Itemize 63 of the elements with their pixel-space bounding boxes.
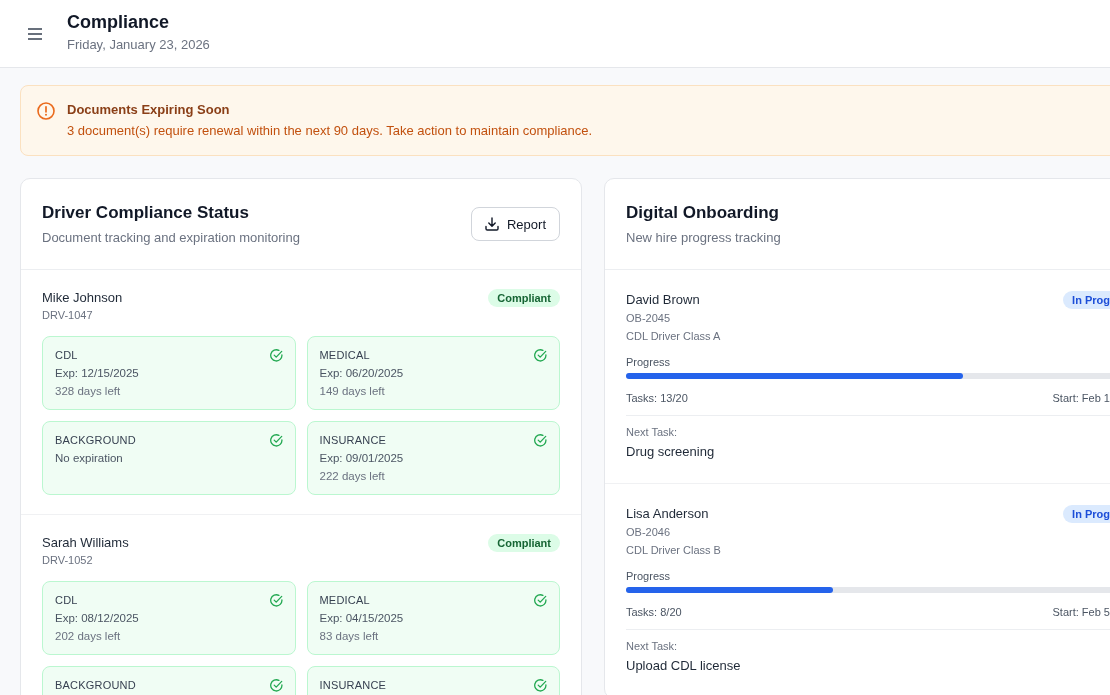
- next-task: Drug screening: [626, 443, 716, 461]
- hire-name: Lisa Anderson: [626, 505, 710, 523]
- document-expiry: Exp: 09/01/2025: [319, 451, 404, 466]
- start-date: Start: Feb 5: [1052, 605, 1110, 620]
- days-left: 202 days left: [55, 629, 121, 644]
- task-count: Tasks: 13/20: [626, 391, 688, 406]
- menu-icon[interactable]: [28, 27, 42, 40]
- driver-id: DRV-1052: [42, 553, 94, 568]
- check-circle-icon: [534, 679, 547, 692]
- alert-circle-icon: [37, 102, 55, 120]
- check-circle-icon: [534, 594, 547, 607]
- task-count: Tasks: 8/20: [626, 605, 682, 620]
- document-type: INSURANCE: [319, 433, 387, 447]
- days-left: 328 days left: [55, 384, 121, 399]
- document-type: MEDICAL: [319, 593, 370, 607]
- check-circle-icon: [534, 434, 547, 447]
- check-circle-icon: [269, 594, 283, 607]
- hire-id: OB-2045: [626, 311, 672, 326]
- check-circle-icon: [269, 434, 283, 447]
- check-circle-icon: [269, 349, 283, 362]
- document-type: CDL: [55, 593, 78, 607]
- document-type: BACKGROUND: [55, 678, 136, 692]
- driver-name: Mike Johnson: [42, 289, 123, 307]
- days-left: 83 days left: [319, 629, 379, 644]
- hire-role: CDL Driver Class B: [626, 543, 721, 558]
- next-task-label: Next Task:: [626, 639, 679, 654]
- card-title: Digital Onboarding: [626, 202, 780, 224]
- driver-id: DRV-1047: [42, 308, 94, 323]
- days-left: 149 days left: [319, 384, 385, 399]
- document-type: BACKGROUND: [55, 433, 136, 447]
- days-left: 222 days left: [319, 469, 385, 484]
- card-subtitle: Document tracking and expiration monitoring: [42, 229, 300, 247]
- status-badge: Compliant: [488, 534, 560, 552]
- check-circle-icon: [534, 349, 547, 362]
- start-date: Start: Feb 1: [1052, 391, 1110, 406]
- card-subtitle: New hire progress tracking: [626, 229, 781, 247]
- hire-id: OB-2046: [626, 525, 672, 540]
- document-type: MEDICAL: [319, 348, 370, 362]
- check-circle-icon: [269, 679, 283, 692]
- next-task: Upload CDL license: [626, 657, 742, 675]
- status-badge: In Prog: [1063, 291, 1110, 309]
- report-button[interactable]: Report: [470, 207, 560, 241]
- download-icon: [484, 217, 499, 231]
- status-badge: In Prog: [1063, 505, 1110, 523]
- next-task-label: Next Task:: [626, 425, 679, 440]
- document-expiry: Exp: 12/15/2025: [55, 366, 139, 381]
- hire-role: CDL Driver Class A: [626, 329, 721, 344]
- page-title: Compliance: [67, 11, 171, 34]
- hire-name: David Brown: [626, 291, 701, 309]
- progress-label: Progress: [626, 355, 672, 370]
- document-type: INSURANCE: [319, 678, 387, 692]
- document-expiry: Exp: 06/20/2025: [319, 366, 404, 381]
- progress-label: Progress: [626, 569, 672, 584]
- document-expiry: No expiration: [55, 451, 123, 466]
- alert-message: 3 document(s) require renewal within the next 90 days. Take action to maintain compliance.: [67, 122, 593, 140]
- card-title: Driver Compliance Status: [42, 202, 250, 224]
- driver-name: Sarah Williams: [42, 534, 129, 552]
- document-expiry: Exp: 08/12/2025: [55, 611, 139, 626]
- status-badge: Compliant: [488, 289, 560, 307]
- page-date: Friday, January 23, 2026: [67, 36, 210, 54]
- document-expiry: Exp: 04/15/2025: [319, 611, 404, 626]
- document-type: CDL: [55, 348, 78, 362]
- alert-title: Documents Expiring Soon: [67, 101, 231, 119]
